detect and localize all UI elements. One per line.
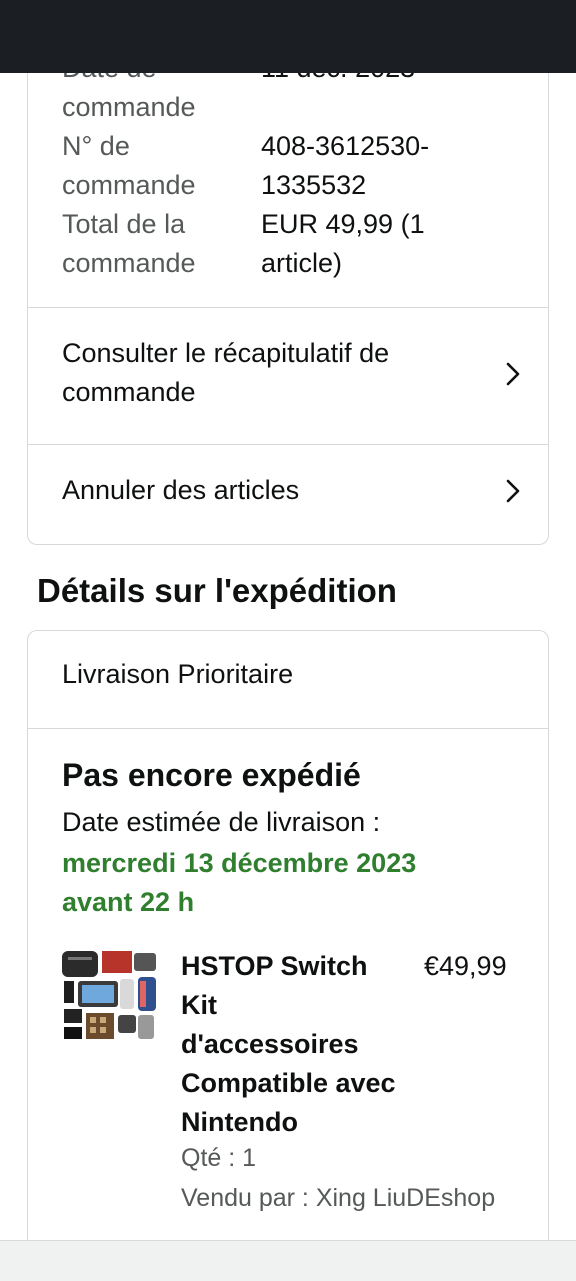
product-quantity: Qté : 1 — [181, 1144, 257, 1172]
product-price: €49,99 — [424, 951, 507, 981]
view-order-summary-label: Consulter le récapitulatif de commande — [62, 338, 390, 407]
order-total-value: EUR 49,99 (1 article) — [261, 209, 425, 278]
order-number-label: N° de commande — [62, 131, 196, 200]
product-seller: Vendu par : Xing LiuDEshop — [181, 1184, 496, 1212]
order-total-label: Total de la commande — [62, 209, 196, 278]
divider — [28, 728, 548, 729]
cancel-items-link[interactable]: Annuler des articles — [28, 445, 548, 543]
delivery-estimate-label: Date estimée de livraison : — [62, 807, 381, 837]
shipment-card: Livraison Prioritaire Pas encore expédié… — [27, 630, 549, 1280]
delivery-estimate-date: mercredi 13 décembre 2023 avant 22 h — [62, 848, 417, 917]
chevron-right-icon — [500, 478, 526, 504]
view-order-summary-link[interactable]: Consulter le récapitulatif de commande — [28, 308, 548, 444]
shipping-method: Livraison Prioritaire — [62, 659, 294, 689]
order-info-card: Date de commande 11 déc. 2023 N° de comm… — [27, 40, 549, 545]
cancel-items-label: Annuler des articles — [62, 475, 300, 505]
chevron-right-icon — [500, 361, 526, 387]
order-number-value: 408-3612530-1335532 — [261, 131, 430, 200]
product-image[interactable] — [60, 947, 158, 1045]
shipment-status: Pas encore expédié — [62, 757, 361, 793]
bottom-bar — [0, 1240, 576, 1281]
product-name[interactable]: HSTOP Switch Kit d'accessoires Compatibl… — [181, 947, 401, 1142]
shipment-section-title: Détails sur l'expédition — [37, 572, 397, 609]
status-bar — [0, 0, 576, 73]
